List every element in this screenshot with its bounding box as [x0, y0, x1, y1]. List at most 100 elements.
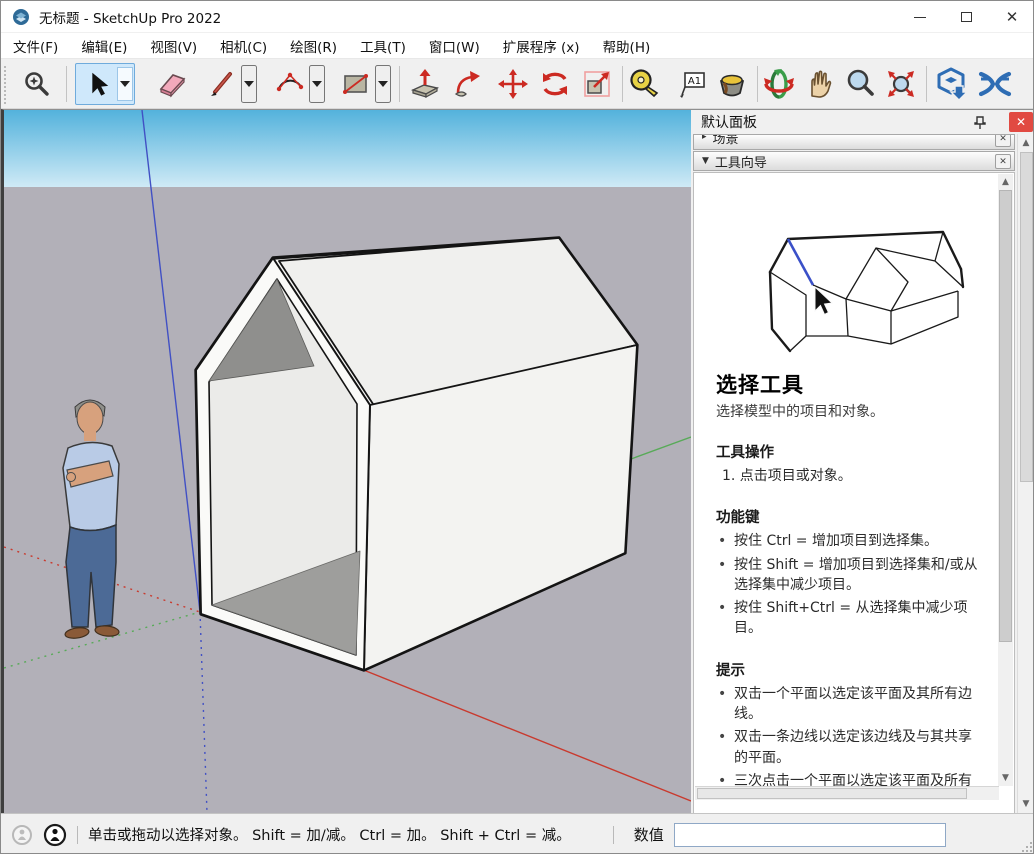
scroll-up-icon[interactable]: ▲ [1018, 138, 1034, 148]
zoom-icon [844, 67, 878, 101]
toolbar-separator [926, 66, 927, 102]
menu-bar: 文件(F) 编辑(E) 视图(V) 相机(C) 绘图(R) 工具(T) 窗口(W… [1, 33, 1034, 59]
scrollbar-thumb[interactable] [999, 190, 1012, 642]
tray-header: 默认面板 ✕ [691, 110, 1034, 134]
menu-tools[interactable]: 工具(T) [360, 36, 406, 56]
instructor-horizontal-scrollbar[interactable] [695, 786, 999, 800]
push-pull-button[interactable] [406, 65, 444, 103]
rectangle-tool-dropdown[interactable] [375, 65, 391, 103]
toolbar-separator [757, 66, 758, 102]
zoom-button[interactable] [842, 65, 880, 103]
status-hint: 单击或拖动以选择对象。 Shift = 加/减。 Ctrl = 加。 Shift… [88, 824, 571, 845]
extension-warehouse-button[interactable] [975, 65, 1015, 103]
scroll-down-icon[interactable]: ▼ [998, 773, 1013, 783]
toolbar-separator [622, 66, 623, 102]
chevron-down-icon [244, 81, 254, 87]
panel-close-scenes[interactable]: ✕ [995, 134, 1011, 147]
person-hand [67, 473, 76, 482]
menu-help[interactable]: 帮助(H) [603, 36, 651, 56]
model-scene [4, 110, 691, 813]
menu-camera[interactable]: 相机(C) [220, 36, 267, 56]
tray-close-button[interactable]: ✕ [1009, 112, 1033, 132]
instructor-tool-description: 选择模型中的项目和对象。 [716, 401, 985, 421]
panel-close-instructor[interactable]: ✕ [995, 154, 1011, 169]
expand-arrow-icon: ▼ [702, 156, 709, 166]
geolocation-status-icon[interactable] [11, 824, 33, 846]
move-button[interactable] [494, 65, 532, 103]
toolbar: A1 [1, 59, 1034, 109]
instructor-vertical-scrollbar[interactable]: ▲ ▼ [998, 174, 1013, 786]
3d-warehouse-button[interactable] [931, 65, 971, 103]
zoom-extents-button[interactable] [882, 65, 920, 103]
tips-list: 双击一个平面以选定该平面及其所有边线。 双击一条边线以选定该边线及与其共享的平面… [716, 684, 985, 786]
follow-me-button[interactable] [450, 65, 488, 103]
close-icon: ✕ [1016, 115, 1026, 129]
toolbar-grip[interactable] [3, 64, 8, 104]
operation-list: 1. 点击项目或对象。 [716, 466, 985, 486]
eraser-button[interactable] [153, 65, 191, 103]
close-icon: ✕ [1006, 10, 1019, 25]
status-bar: 单击或拖动以选择对象。 Shift = 加/减。 Ctrl = 加。 Shift… [1, 813, 1034, 854]
tape-measure-button[interactable] [625, 65, 663, 103]
select-arrow-icon [83, 70, 111, 98]
move-arrows-icon [496, 67, 530, 101]
instructor-content: 选择工具 选择模型中的项目和对象。 工具操作 1. 点击项目或对象。 功能键 按… [694, 173, 995, 786]
line-tool-dropdown[interactable] [241, 65, 257, 103]
arc-tool-button[interactable] [271, 65, 309, 103]
menu-window[interactable]: 窗口(W) [429, 36, 480, 56]
search-sparkle-icon [22, 69, 52, 99]
list-item: 按住 Shift = 增加项目到选择集和/或从选择集中减少项目。 [716, 555, 985, 596]
scrollbar-thumb[interactable] [697, 788, 967, 799]
paint-bucket-button[interactable] [713, 65, 751, 103]
select-tool-group [75, 63, 135, 105]
model-viewport[interactable] [1, 109, 691, 813]
maximize-button[interactable] [943, 1, 989, 33]
pan-hand-icon [802, 67, 836, 101]
follow-me-icon [452, 67, 486, 101]
menu-draw[interactable]: 绘图(R) [290, 36, 337, 56]
scrollbar-thumb[interactable] [1020, 152, 1033, 482]
panel-bar-scenes[interactable]: ▸ 场景 ✕ [693, 134, 1015, 150]
toolbar-separator [399, 66, 400, 102]
pin-icon[interactable] [971, 113, 989, 131]
tray-scrollbar[interactable]: ▲ ▼ [1017, 134, 1034, 813]
text-tool-label: A1 [688, 76, 701, 87]
3d-warehouse-icon [933, 66, 969, 102]
rotate-icon [538, 67, 572, 101]
rectangle-tool-button[interactable] [337, 65, 375, 103]
pan-button[interactable] [800, 65, 838, 103]
extension-warehouse-icon [977, 66, 1013, 102]
rotate-button[interactable] [536, 65, 574, 103]
chevron-down-icon [312, 81, 322, 87]
text-tool-button[interactable]: A1 [673, 65, 711, 103]
measurements-input[interactable] [674, 823, 946, 847]
line-tool-button[interactable] [203, 65, 241, 103]
select-tool-button[interactable] [77, 65, 117, 103]
menu-view[interactable]: 视图(V) [150, 36, 197, 56]
menu-edit[interactable]: 编辑(E) [81, 36, 127, 56]
credits-status-icon[interactable] [43, 823, 67, 847]
select-tool-dropdown[interactable] [117, 67, 133, 101]
sky [4, 110, 691, 187]
arc-tool-dropdown[interactable] [309, 65, 325, 103]
chevron-down-icon [120, 81, 130, 87]
search-button[interactable] [18, 65, 56, 103]
menu-extensions[interactable]: 扩展程序 (x) [503, 36, 580, 56]
sketchup-window: 无标题 - SketchUp Pro 2022 ✕ 文件(F) 编辑(E) 视图… [0, 0, 1034, 854]
arc-protractor-icon [274, 68, 306, 100]
chevron-down-icon [378, 81, 388, 87]
scroll-up-icon[interactable]: ▲ [998, 177, 1013, 187]
close-button[interactable]: ✕ [989, 1, 1034, 33]
sketchup-logo-icon [12, 8, 30, 26]
selected-edge [788, 239, 813, 285]
panel-bar-instructor[interactable]: ▼ 工具向导 ✕ [693, 151, 1015, 171]
collapse-arrow-icon: ▸ [702, 134, 707, 142]
instructor-illustration [758, 187, 980, 359]
scale-icon [580, 67, 614, 101]
scale-button[interactable] [578, 65, 616, 103]
scroll-down-icon[interactable]: ▼ [1018, 799, 1034, 809]
minimize-button[interactable] [897, 1, 943, 33]
orbit-button[interactable] [760, 65, 798, 103]
resize-grip[interactable] [1021, 841, 1033, 853]
menu-file[interactable]: 文件(F) [13, 36, 58, 56]
